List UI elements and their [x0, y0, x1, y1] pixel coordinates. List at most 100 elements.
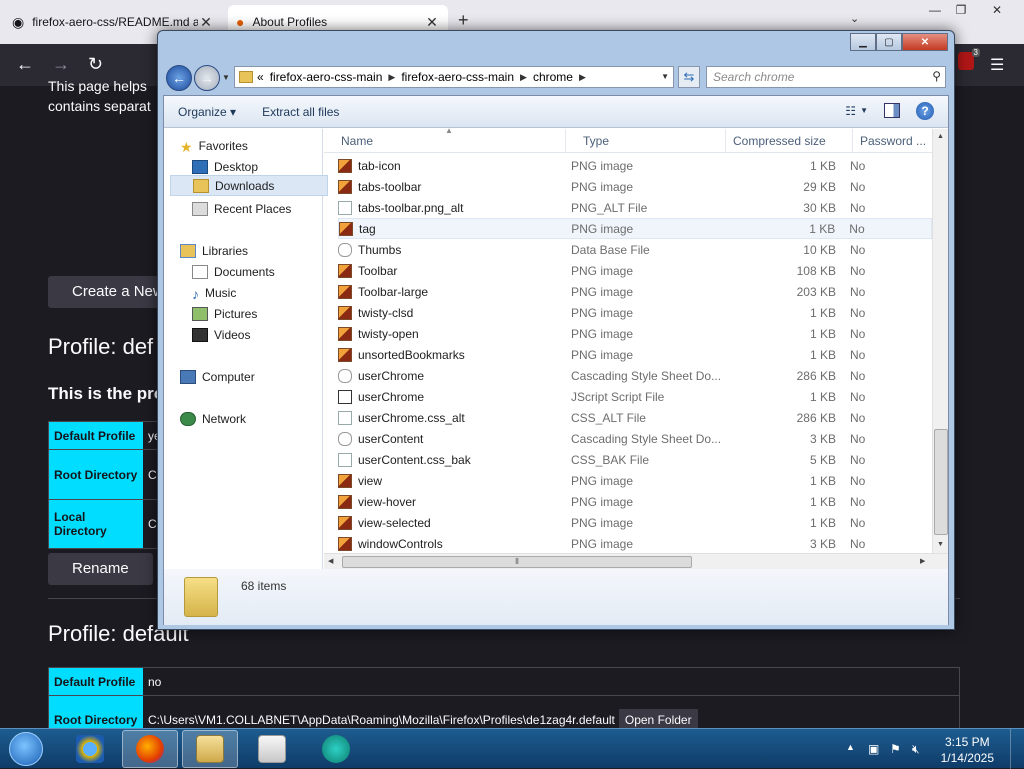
organize-button[interactable]: Organize ▾: [178, 105, 236, 119]
chevron-right-icon[interactable]: ▶: [520, 72, 527, 83]
vertical-scrollbar[interactable]: ▲ ▼: [932, 129, 948, 553]
column-compressed-size[interactable]: Compressed size: [726, 129, 853, 152]
file-row[interactable]: userContent.css_bak CSS_BAK File 5 KB No: [338, 449, 932, 470]
media-player-icon: [258, 735, 286, 763]
file-row[interactable]: twisty-clsd PNG image 1 KB No: [338, 302, 932, 323]
file-type: PNG image: [571, 305, 634, 320]
table-row: Default Profile ye: [49, 422, 157, 450]
extract-all-button[interactable]: Extract all files: [262, 105, 339, 119]
refresh-button[interactable]: ⇆: [678, 66, 700, 88]
new-tab-button[interactable]: +: [458, 10, 469, 31]
help-icon[interactable]: ?: [916, 102, 934, 120]
table-value: ye: [148, 428, 157, 443]
file-row[interactable]: tabs-toolbar.png_alt PNG_ALT File 30 KB No: [338, 197, 932, 218]
restore-button[interactable]: ❐: [944, 0, 978, 20]
scroll-up-icon[interactable]: ▲: [937, 133, 944, 140]
search-icon[interactable]: ⚲: [932, 69, 941, 83]
horizontal-scrollbar[interactable]: ◀ ⦀ ▶: [324, 553, 948, 569]
file-row[interactable]: userChrome.css_alt CSS_ALT File 286 KB No: [338, 407, 932, 428]
network-icon[interactable]: ▣: [868, 742, 879, 756]
breadcrumb-item[interactable]: firefox-aero-css-main: [270, 70, 383, 84]
nav-favorites[interactable]: ★ Favorites: [180, 135, 338, 156]
file-row[interactable]: twisty-open PNG image 1 KB No: [338, 323, 932, 344]
file-name: Toolbar: [358, 263, 398, 278]
start-button[interactable]: [4, 729, 48, 769]
file-row[interactable]: userChrome JScript Script File 1 KB No: [338, 386, 932, 407]
internet-explorer-icon: [76, 735, 104, 763]
rename-button[interactable]: Rename: [48, 553, 153, 585]
file-row[interactable]: view PNG image 1 KB No: [338, 470, 932, 491]
column-password[interactable]: Password ...: [853, 129, 932, 152]
flag-icon[interactable]: ⚑: [890, 742, 901, 756]
file-row[interactable]: windowControls PNG image 3 KB No: [338, 533, 932, 554]
column-name[interactable]: Name ▲: [324, 126, 566, 152]
view-dropdown-icon[interactable]: ▼: [860, 106, 868, 115]
close-window-button[interactable]: ✕: [980, 0, 1014, 20]
view-options-icon[interactable]: ☷: [845, 104, 856, 118]
taskbar-media-player[interactable]: [244, 730, 300, 768]
menu-button[interactable]: ☰: [990, 55, 1004, 75]
file-row[interactable]: Toolbar PNG image 108 KB No: [338, 260, 932, 281]
nav-label: Computer: [202, 369, 255, 384]
breadcrumb-overflow[interactable]: «: [257, 70, 264, 84]
chevron-right-icon[interactable]: ▶: [388, 72, 395, 83]
extension-icon[interactable]: 3: [958, 48, 980, 70]
nav-label: Recent Places: [214, 201, 292, 216]
taskbar-app[interactable]: [308, 730, 364, 768]
taskbar-internet-explorer[interactable]: [62, 730, 118, 768]
file-row[interactable]: Thumbs Data Base File 10 KB No: [338, 239, 932, 260]
file-type: PNG image: [571, 515, 634, 530]
reload-button[interactable]: ↻: [88, 54, 103, 75]
file-size: 1 KB: [809, 158, 836, 173]
file-type: PNG image: [571, 263, 634, 278]
taskbar-windows-explorer[interactable]: [182, 730, 238, 768]
file-row[interactable]: userContent Cascading Style Sheet Do... 3 …: [338, 428, 932, 449]
file-row[interactable]: Toolbar-large PNG image 203 KB No: [338, 281, 932, 302]
breadcrumb-item[interactable]: firefox-aero-css-main: [401, 70, 514, 84]
file-name-cell: userChrome.css_alt: [338, 410, 566, 425]
tab-close-icon[interactable]: ✕: [198, 14, 214, 31]
address-dropdown[interactable]: ▼: [661, 72, 669, 81]
volume-muted-icon[interactable]: 🔇︎: [912, 742, 920, 757]
chevron-right-icon[interactable]: ▶: [579, 72, 586, 83]
file-name: windowControls: [358, 536, 443, 551]
back-button[interactable]: ←: [166, 65, 192, 91]
show-hidden-icons-icon[interactable]: ▲: [846, 742, 855, 752]
scroll-thumb[interactable]: ⦀: [342, 556, 692, 568]
file-name-cell: tag: [339, 221, 566, 236]
show-desktop-button[interactable]: [1010, 729, 1024, 769]
recent-pages-dropdown[interactable]: ▼: [222, 73, 230, 82]
recent-places-icon: [192, 201, 208, 216]
back-button[interactable]: ←: [16, 54, 34, 75]
file-row[interactable]: unsortedBookmarks PNG image 1 KB No: [338, 344, 932, 365]
file-row[interactable]: tabs-toolbar PNG image 29 KB No: [338, 176, 932, 197]
list-all-tabs-button[interactable]: ⌄: [850, 12, 859, 25]
address-bar[interactable]: « firefox-aero-css-main ▶ firefox-aero-cs…: [234, 66, 674, 88]
file-row[interactable]: tab-icon PNG image 1 KB No: [338, 155, 932, 176]
breadcrumb-item[interactable]: chrome: [533, 70, 573, 84]
forward-button[interactable]: →: [52, 54, 70, 75]
close-button[interactable]: ✕: [902, 33, 948, 51]
nav-network[interactable]: Network: [180, 408, 338, 429]
scroll-right-icon[interactable]: ▶: [920, 557, 925, 565]
file-name: tab-icon: [358, 158, 401, 173]
file-row[interactable]: userChrome Cascading Style Sheet Do... 286…: [338, 365, 932, 386]
scroll-left-icon[interactable]: ◀: [328, 557, 333, 565]
nav-computer[interactable]: Computer: [180, 366, 338, 387]
nav-libraries[interactable]: Libraries: [180, 240, 338, 261]
file-row[interactable]: view-hover PNG image 1 KB No: [338, 491, 932, 512]
maximize-button[interactable]: ▢: [876, 33, 902, 51]
column-type[interactable]: Type: [566, 129, 726, 152]
forward-button[interactable]: →: [194, 65, 220, 91]
preview-pane-icon[interactable]: [884, 103, 900, 118]
minimize-button[interactable]: ▁: [850, 33, 876, 51]
taskbar-firefox[interactable]: [122, 730, 178, 768]
clock[interactable]: 3:15 PM 1/14/2025: [941, 734, 994, 766]
tab-close-icon[interactable]: ✕: [424, 14, 440, 31]
file-row[interactable]: view-selected PNG image 1 KB No: [338, 512, 932, 533]
search-input[interactable]: Search chrome ⚲: [706, 66, 946, 88]
scroll-thumb[interactable]: [934, 429, 948, 535]
nav-downloads[interactable]: Downloads: [170, 175, 328, 196]
file-row[interactable]: tag PNG image 1 KB No: [338, 218, 932, 239]
scroll-down-icon[interactable]: ▼: [937, 541, 944, 548]
